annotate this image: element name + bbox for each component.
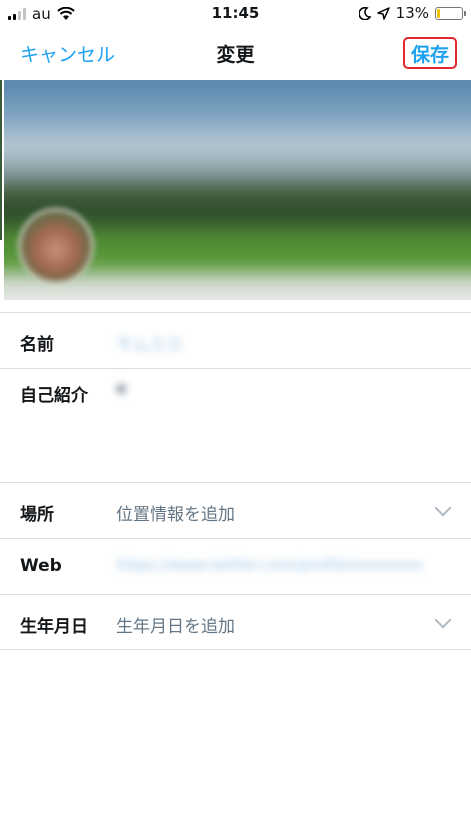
birthday-label: 生年月日 (20, 617, 88, 637)
battery-icon (435, 6, 466, 20)
status-right: 13% (358, 4, 466, 22)
bio-field[interactable]: ● (116, 381, 126, 395)
save-button[interactable]: 保存 (403, 37, 457, 69)
chevron-down-icon[interactable] (434, 611, 452, 629)
divider (0, 649, 471, 650)
name-row[interactable]: 名前 サムエエ (0, 312, 471, 368)
bio-row[interactable]: 自己紹介 ● (0, 368, 471, 482)
location-row[interactable]: 場所 位置情報を追加 (0, 482, 471, 538)
location-label: 場所 (20, 505, 54, 525)
page-title: 変更 (216, 44, 255, 66)
bio-label: 自己紹介 (20, 386, 88, 406)
banner-edge (0, 80, 2, 240)
web-label: Web (20, 556, 62, 576)
avatar[interactable] (18, 208, 94, 284)
location-arrow-icon (376, 6, 390, 20)
birthday-field[interactable]: 生年月日を追加 (116, 612, 235, 637)
birthday-row[interactable]: 生年月日 生年月日を追加 (0, 594, 471, 650)
chevron-down-icon[interactable] (434, 499, 452, 517)
battery-fill (437, 8, 441, 18)
battery-percent: 13% (395, 4, 429, 22)
location-field[interactable]: 位置情報を追加 (116, 500, 235, 525)
web-field[interactable]: https://www.twitter.com/profile/xxxxxxxx (116, 556, 423, 574)
name-field[interactable]: サムエエ (116, 330, 184, 355)
name-label: 名前 (20, 335, 54, 355)
status-bar: au 11:45 13% (0, 0, 471, 28)
moon-icon (358, 6, 371, 20)
web-row[interactable]: Web https://www.twitter.com/profile/xxxx… (0, 538, 471, 594)
nav-bar: キャンセル 変更 保存 (0, 28, 471, 78)
